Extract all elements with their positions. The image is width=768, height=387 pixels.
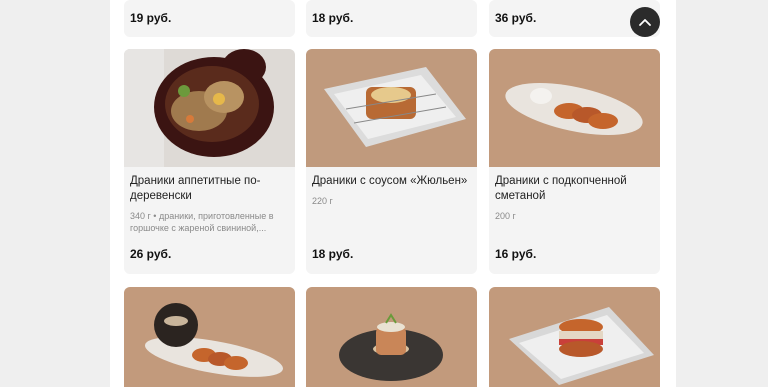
product-card-bottom-2[interactable] xyxy=(306,287,477,387)
chevron-up-icon xyxy=(639,19,651,26)
julienne-toast-icon xyxy=(306,49,477,167)
product-card-bottom-1[interactable] xyxy=(124,287,295,387)
product-price: 19 руб. xyxy=(130,11,172,25)
product-description: 200 г xyxy=(495,211,516,221)
layered-stack-plate-icon xyxy=(306,287,477,387)
scroll-to-top-button[interactable] xyxy=(630,7,660,37)
product-card-bottom-3[interactable] xyxy=(489,287,660,387)
pot-and-pancakes-icon xyxy=(124,287,295,387)
product-title: Драники аппетитные по-деревенски xyxy=(130,175,261,202)
burger-on-newspaper-icon xyxy=(489,287,660,387)
product-price: 16 руб. xyxy=(495,247,537,261)
product-card-draniki-julienne[interactable]: Драники с соусом «Жюльен» 220 г 18 руб. xyxy=(306,49,477,274)
product-description: 340 г • драники, приготовленные в горшоч… xyxy=(130,211,274,233)
clay-pot-dish-icon xyxy=(124,49,295,167)
product-card-draniki-smetana[interactable]: Драники с подкопченной сметаной 200 г 16… xyxy=(489,49,660,274)
product-price: 26 руб. xyxy=(130,247,172,261)
product-price: 36 руб. xyxy=(495,11,537,25)
product-card-top-1[interactable]: 19 руб. xyxy=(124,0,295,37)
product-price: 18 руб. xyxy=(312,11,354,25)
product-card-top-2[interactable]: 18 руб. xyxy=(306,0,477,37)
product-title: Драники с подкопченной сметаной xyxy=(495,175,627,202)
product-description: 220 г xyxy=(312,196,333,206)
product-title: Драники с соусом «Жюльен» xyxy=(312,175,468,187)
product-card-draniki-derevenski[interactable]: Драники аппетитные по-деревенски 340 г •… xyxy=(124,49,295,274)
product-price: 18 руб. xyxy=(312,247,354,261)
potato-pancakes-plate-icon xyxy=(489,49,660,167)
